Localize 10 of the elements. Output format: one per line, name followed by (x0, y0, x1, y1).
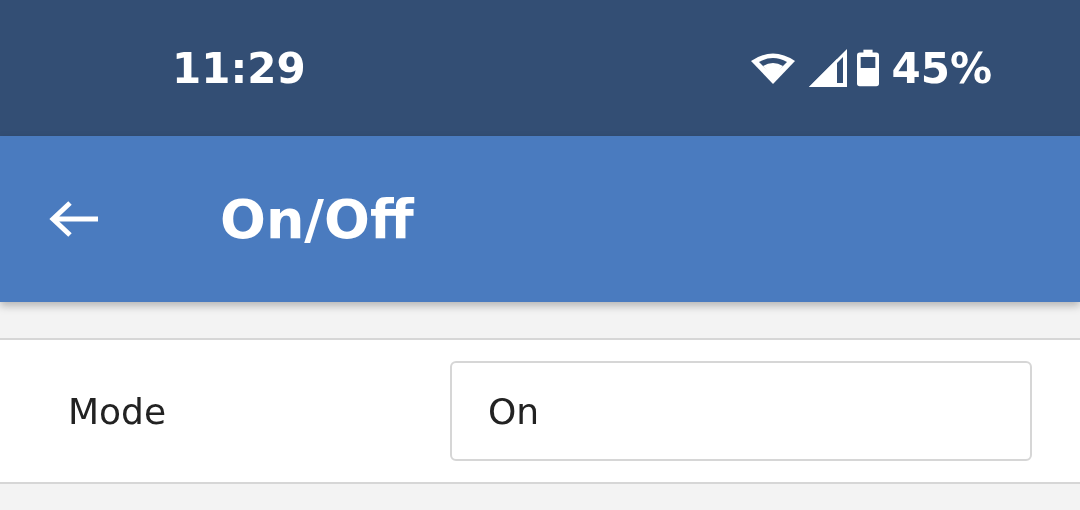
signal-icon (809, 49, 848, 87)
mode-field[interactable]: On (450, 361, 1032, 461)
screen-title: On/Off (220, 187, 414, 251)
status-time: 11:29 (172, 43, 306, 93)
battery-icon (857, 49, 880, 87)
battery-percentage: 45% (891, 43, 992, 93)
back-button[interactable] (48, 199, 100, 239)
wifi-icon (751, 52, 796, 84)
back-arrow-icon (48, 199, 100, 239)
field-label: Mode (68, 390, 168, 432)
